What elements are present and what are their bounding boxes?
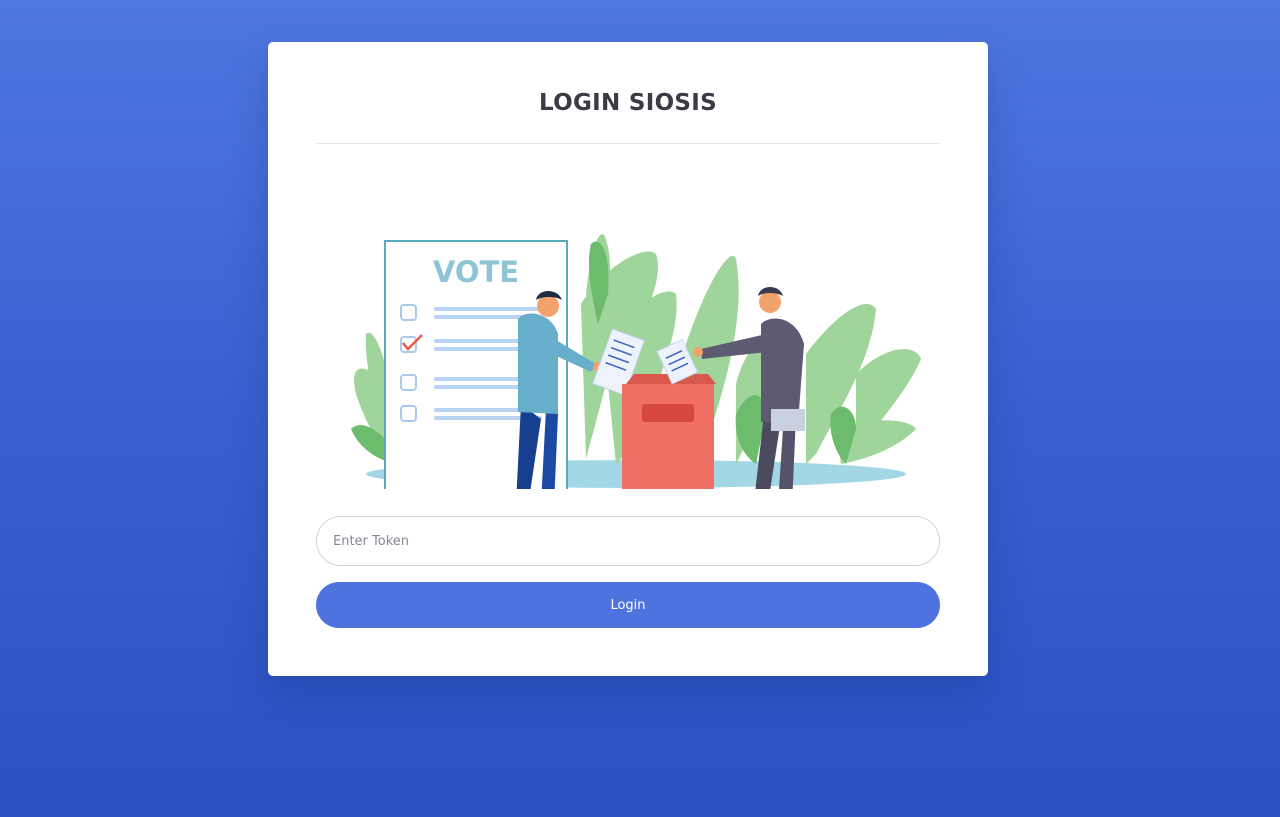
token-input[interactable] xyxy=(316,516,940,566)
voting-illustration: VOTE xyxy=(351,234,921,489)
login-card: LOGIN SIOSIS VOTE Enter Token Login xyxy=(268,42,988,676)
login-button[interactable]: Login xyxy=(316,582,940,628)
title-divider xyxy=(316,143,940,144)
vote-heading: VOTE xyxy=(433,255,519,289)
page-title: LOGIN SIOSIS xyxy=(538,90,718,116)
